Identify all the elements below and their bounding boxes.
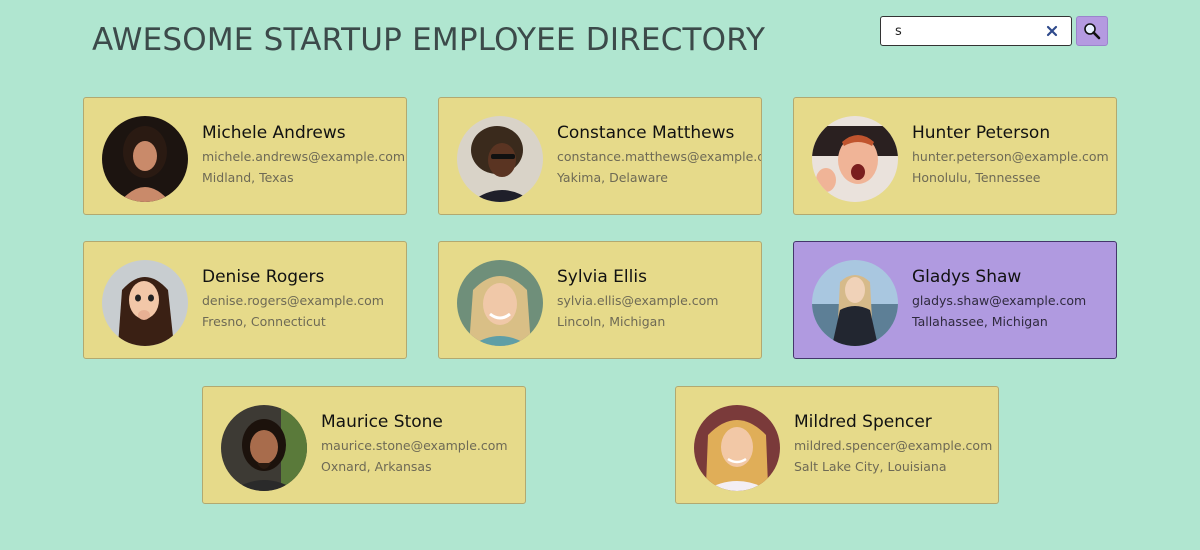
employee-card[interactable]: Denise Rogers denise.rogers@example.com … [83, 241, 407, 359]
employee-card[interactable]: Mildred Spencer mildred.spencer@example.… [675, 386, 999, 504]
employee-info: Gladys Shaw gladys.shaw@example.com Tall… [912, 266, 1116, 330]
employee-name: Gladys Shaw [912, 267, 1022, 287]
employee-location: Fresno, Connecticut [202, 314, 326, 329]
employee-location: Honolulu, Tennessee [912, 170, 1041, 185]
employee-location: Midland, Texas [202, 170, 294, 185]
employee-name: Mildred Spencer [794, 412, 932, 432]
employee-name: Constance Matthews [557, 123, 735, 143]
close-icon [1046, 25, 1058, 37]
employee-info: Michele Andrews michele.andrews@example.… [202, 122, 406, 186]
avatar [102, 260, 188, 346]
employee-card[interactable]: Maurice Stone maurice.stone@example.com … [202, 386, 526, 504]
employee-card[interactable]: Michele Andrews michele.andrews@example.… [83, 97, 407, 215]
avatar [457, 116, 543, 202]
employee-email: maurice.stone@example.com [321, 438, 508, 453]
employee-name: Denise Rogers [202, 267, 325, 287]
directory-page: AWESOME STARTUP EMPLOYEE DIRECTORY Miche… [0, 0, 1200, 550]
employee-card[interactable]: Constance Matthews constance.matthews@ex… [438, 97, 762, 215]
employee-card[interactable]: Sylvia Ellis sylvia.ellis@example.com Li… [438, 241, 762, 359]
employee-email: mildred.spencer@example.com [794, 438, 993, 453]
employee-name: Hunter Peterson [912, 123, 1051, 143]
employee-email: hunter.peterson@example.com [912, 149, 1109, 164]
employee-info: Hunter Peterson hunter.peterson@example.… [912, 122, 1116, 186]
employee-location: Tallahassee, Michigan [912, 314, 1048, 329]
search-bar [880, 16, 1108, 46]
employee-info: Maurice Stone maurice.stone@example.com … [321, 411, 525, 475]
employee-email: gladys.shaw@example.com [912, 293, 1087, 308]
avatar [102, 116, 188, 202]
avatar [221, 405, 307, 491]
page-title: AWESOME STARTUP EMPLOYEE DIRECTORY [92, 22, 766, 58]
search-icon [1084, 23, 1101, 40]
employee-name: Michele Andrews [202, 123, 346, 143]
employee-email: denise.rogers@example.com [202, 293, 384, 308]
employee-location: Lincoln, Michigan [557, 314, 666, 329]
employee-info: Mildred Spencer mildred.spencer@example.… [794, 411, 998, 475]
employee-info: Constance Matthews constance.matthews@ex… [557, 122, 761, 186]
employee-email: sylvia.ellis@example.com [557, 293, 719, 308]
employee-info: Denise Rogers denise.rogers@example.com … [202, 266, 406, 330]
avatar [812, 116, 898, 202]
employee-location: Yakima, Delaware [557, 170, 668, 185]
employee-card-selected[interactable]: Gladys Shaw gladys.shaw@example.com Tall… [793, 241, 1117, 359]
employee-location: Salt Lake City, Louisiana [794, 459, 947, 474]
employee-email: constance.matthews@example.com [557, 149, 761, 164]
employee-email: michele.andrews@example.com [202, 149, 406, 164]
employee-name: Maurice Stone [321, 412, 443, 432]
clear-search-button[interactable] [1042, 21, 1062, 41]
employee-card[interactable]: Hunter Peterson hunter.peterson@example.… [793, 97, 1117, 215]
search-button[interactable] [1076, 16, 1108, 46]
avatar [812, 260, 898, 346]
employee-name: Sylvia Ellis [557, 267, 647, 287]
employee-location: Oxnard, Arkansas [321, 459, 432, 474]
avatar [694, 405, 780, 491]
avatar [457, 260, 543, 346]
employee-info: Sylvia Ellis sylvia.ellis@example.com Li… [557, 266, 761, 330]
